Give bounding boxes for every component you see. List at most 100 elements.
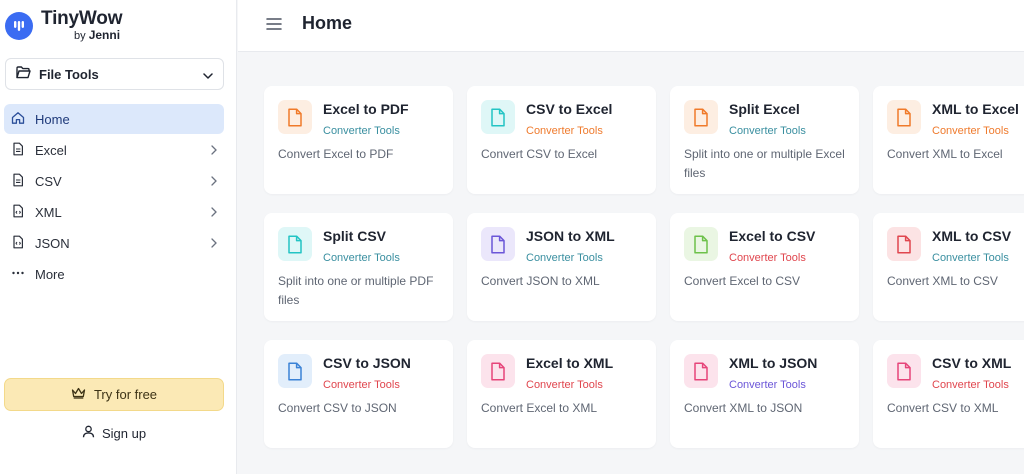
chevron-right-icon xyxy=(211,236,217,251)
tool-card-excel-to-pdf[interactable]: Excel to PDF Converter Tools Convert Excel… xyxy=(264,86,453,194)
file-icon xyxy=(684,354,718,388)
tool-description: Convert XML to CSV xyxy=(887,274,998,288)
hamburger-icon[interactable] xyxy=(264,14,284,34)
tool-category: Converter Tools xyxy=(932,252,1009,264)
tool-card-xml-to-csv[interactable]: XML to CSV Converter Tools Convert XML to … xyxy=(873,213,1024,321)
file-icon xyxy=(278,227,312,261)
tool-category: Converter Tools xyxy=(526,379,603,391)
tool-card-split-excel[interactable]: Split Excel Converter Tools Split into one… xyxy=(670,86,859,194)
brand-by: by xyxy=(74,30,86,42)
file-icon xyxy=(887,100,921,134)
tool-category: Converter Tools xyxy=(526,252,603,264)
brand-author: Jenni xyxy=(88,28,121,42)
category-select-label: File Tools xyxy=(39,66,99,82)
tool-title: Split CSV xyxy=(323,228,387,244)
sidebar: TinyWow by Jenni File Tools Home Excel C… xyxy=(0,0,237,474)
brand-logo[interactable]: TinyWow by Jenni xyxy=(5,9,122,42)
tool-description: Convert Excel to XML xyxy=(481,401,598,415)
tool-description: Split into one or multiple PDF files xyxy=(278,274,434,307)
tool-description: Convert CSV to XML xyxy=(887,401,999,415)
chevron-down-icon xyxy=(203,67,213,82)
brand-name: TinyWow xyxy=(41,8,123,29)
brand-byline: by Jenni xyxy=(74,29,122,42)
code-file-icon xyxy=(11,204,25,221)
tool-description: Convert CSV to Excel xyxy=(481,147,598,161)
tool-description: Convert Excel to CSV xyxy=(684,274,801,288)
tool-description: Convert CSV to JSON xyxy=(278,401,397,415)
tool-category: Converter Tools xyxy=(729,252,806,264)
sidebar-item-json[interactable]: JSON xyxy=(4,228,224,258)
tool-title: Excel to XML xyxy=(526,355,614,371)
sidebar-item-label: More xyxy=(35,266,65,282)
file-icon xyxy=(887,354,921,388)
sidebar-item-label: Excel xyxy=(35,142,67,158)
tool-description: Convert XML to Excel xyxy=(887,147,1003,161)
file-icon xyxy=(887,227,921,261)
file-icon xyxy=(481,100,515,134)
tool-title: XML to CSV xyxy=(932,228,1012,244)
sidebar-nav: Home Excel CSV XML JSON More xyxy=(4,104,224,290)
more-dots-icon xyxy=(11,266,25,283)
tool-category: Converter Tools xyxy=(323,379,400,391)
file-icon xyxy=(481,227,515,261)
file-icon xyxy=(684,227,718,261)
tool-card-excel-to-xml[interactable]: Excel to XML Converter Tools Convert Excel… xyxy=(467,340,656,448)
top-header: Home xyxy=(238,0,1024,52)
tinywow-logo-icon xyxy=(5,11,33,40)
sidebar-item-label: CSV xyxy=(35,173,62,189)
tool-title: CSV to Excel xyxy=(526,101,613,117)
tool-title: XML to Excel xyxy=(932,101,1019,117)
document-icon xyxy=(11,173,25,190)
file-icon xyxy=(481,354,515,388)
tool-title: CSV to JSON xyxy=(323,355,411,371)
tool-card-csv-to-xml[interactable]: CSV to XML Converter Tools Convert CSV to … xyxy=(873,340,1024,448)
chevron-right-icon xyxy=(211,205,217,220)
sidebar-item-csv[interactable]: CSV xyxy=(4,166,224,196)
tool-description: Convert XML to JSON xyxy=(684,401,803,415)
tool-description: Convert Excel to PDF xyxy=(278,147,394,161)
tool-card-csv-to-json[interactable]: CSV to JSON Converter Tools Convert CSV to… xyxy=(264,340,453,448)
tool-category: Converter Tools xyxy=(932,379,1009,391)
file-icon xyxy=(278,100,312,134)
document-icon xyxy=(11,142,25,159)
tool-title: XML to JSON xyxy=(729,355,818,371)
tool-title: Excel to CSV xyxy=(729,228,816,244)
user-icon xyxy=(82,425,95,441)
sidebar-item-home[interactable]: Home xyxy=(4,104,224,134)
tool-card-excel-to-csv[interactable]: Excel to CSV Converter Tools Convert Excel… xyxy=(670,213,859,321)
tool-card-split-csv[interactable]: Split CSV Converter Tools Split into one o… xyxy=(264,213,453,321)
chevron-right-icon xyxy=(211,174,217,189)
crown-icon xyxy=(71,387,86,402)
sign-up-label: Sign up xyxy=(101,425,147,441)
tool-card-json-to-xml[interactable]: JSON to XML Converter Tools Convert JSON t… xyxy=(467,213,656,321)
sidebar-item-more[interactable]: More xyxy=(4,259,224,289)
tool-title: Excel to PDF xyxy=(323,101,409,117)
sidebar-item-xml[interactable]: XML xyxy=(4,197,224,227)
tool-card-xml-to-excel[interactable]: XML to Excel Converter Tools Convert XML t… xyxy=(873,86,1024,194)
file-icon xyxy=(278,354,312,388)
tool-title: CSV to XML xyxy=(932,355,1012,371)
tool-category: Converter Tools xyxy=(323,125,400,137)
category-select[interactable]: File Tools xyxy=(5,58,224,90)
tool-title: JSON to XML xyxy=(526,228,615,244)
tool-category: Converter Tools xyxy=(323,252,400,264)
try-for-free-button[interactable]: Try for free xyxy=(4,378,224,411)
page-title: Home xyxy=(302,13,353,33)
tool-card-xml-to-json[interactable]: XML to JSON Converter Tools Convert XML to… xyxy=(670,340,859,448)
tool-category: Converter Tools xyxy=(729,379,806,391)
home-icon xyxy=(11,111,25,128)
sidebar-item-label: Home xyxy=(35,111,70,127)
tool-description: Convert JSON to XML xyxy=(481,274,600,288)
chevron-right-icon xyxy=(211,143,217,158)
sidebar-item-label: XML xyxy=(35,204,62,220)
code-file-icon xyxy=(11,235,25,252)
sidebar-item-label: JSON xyxy=(35,235,70,251)
tool-card-csv-to-excel[interactable]: CSV to Excel Converter Tools Convert CSV t… xyxy=(467,86,656,194)
folder-open-icon xyxy=(16,66,31,82)
tool-description: Split into one or multiple Excel files xyxy=(684,147,845,180)
sidebar-item-excel[interactable]: Excel xyxy=(4,135,224,165)
tool-category: Converter Tools xyxy=(932,125,1009,137)
sign-up-button[interactable]: Sign up xyxy=(4,420,224,446)
tool-category: Converter Tools xyxy=(526,125,603,137)
try-for-free-label: Try for free xyxy=(93,387,158,402)
